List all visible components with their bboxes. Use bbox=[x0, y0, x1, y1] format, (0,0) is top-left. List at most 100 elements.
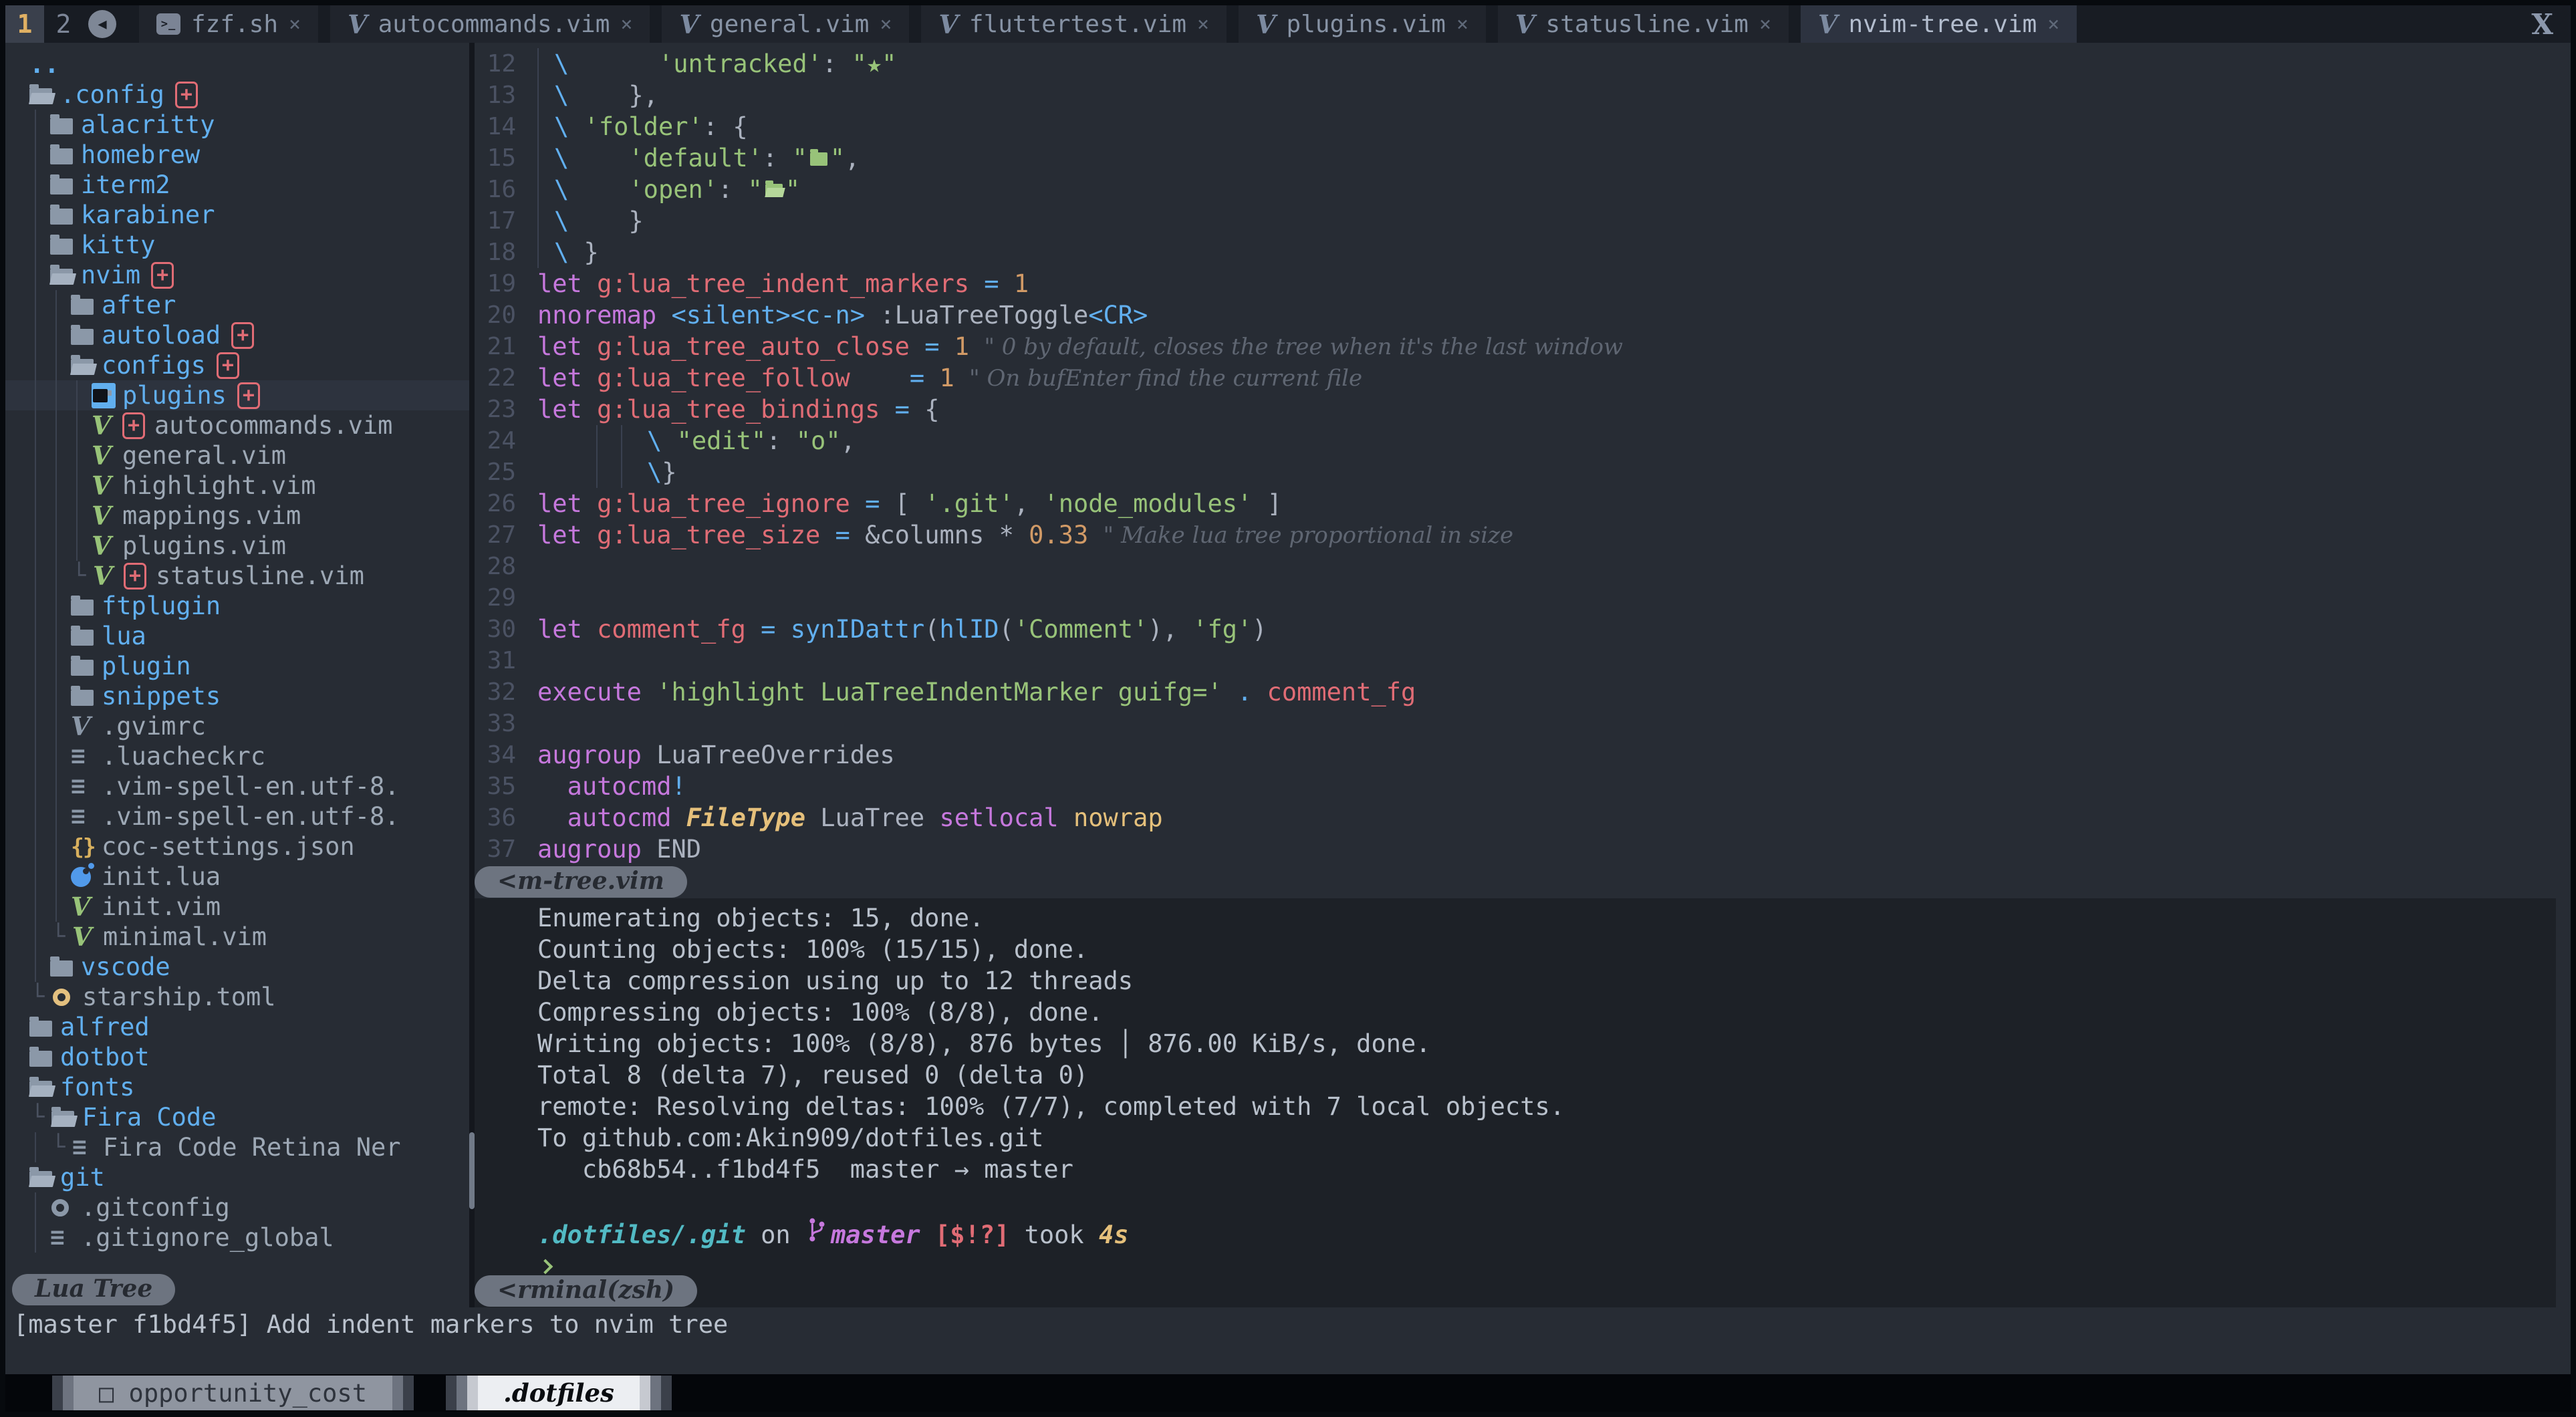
tree-item-highlight.vim[interactable]: Vhighlight.vim bbox=[5, 471, 469, 501]
tree-item-kitty[interactable]: kitty bbox=[5, 230, 469, 260]
indent-guide bbox=[35, 681, 57, 711]
file-tree-pane[interactable]: ...config+alacrittyhomebrewiterm2karabin… bbox=[5, 43, 469, 1307]
tree-item-Fira Code[interactable]: └Fira Code bbox=[5, 1102, 469, 1132]
tree-item-configs[interactable]: configs+ bbox=[5, 350, 469, 380]
tree-item-starship.toml[interactable]: └starship.toml bbox=[5, 982, 469, 1012]
tree-item-plugins[interactable]: plugins+ bbox=[5, 380, 469, 410]
tree-item-alfred[interactable]: alfred bbox=[5, 1012, 469, 1042]
tab-statusline.vim[interactable]: Vstatusline.vim× bbox=[1498, 5, 1789, 43]
tree-item-statusline.vim[interactable]: └V+statusline.vim bbox=[5, 561, 469, 591]
tree-item-label: iterm2 bbox=[81, 170, 170, 199]
tree-item-after[interactable]: after bbox=[5, 290, 469, 320]
code-token: g:lua_tree_indent_markers bbox=[597, 269, 969, 298]
tree-item-git[interactable]: git bbox=[5, 1162, 469, 1192]
tree-item-label: homebrew bbox=[81, 140, 200, 169]
tab-close-icon[interactable]: × bbox=[1759, 13, 1771, 36]
tree-item-mappings.vim[interactable]: Vmappings.vim bbox=[5, 501, 469, 531]
code-token: &columns * bbox=[850, 521, 1029, 549]
tree-item-.gitignore_global[interactable]: ≡.gitignore_global bbox=[5, 1222, 469, 1253]
line-number: 33 bbox=[475, 710, 529, 737]
tree-item-minimal.vim[interactable]: └Vminimal.vim bbox=[5, 922, 469, 952]
code-token: : bbox=[766, 426, 796, 455]
tree-item-general.vim[interactable]: Vgeneral.vim bbox=[5, 440, 469, 471]
folder-glyph bbox=[810, 152, 827, 166]
command-line-area bbox=[5, 1341, 2571, 1374]
tab-general.vim[interactable]: Vgeneral.vim× bbox=[662, 5, 909, 43]
code-line: 31 bbox=[475, 645, 2571, 676]
tree-item-.gitconfig[interactable]: .gitconfig bbox=[5, 1192, 469, 1222]
tree-item-coc-settings.json[interactable]: {}coc-settings.json bbox=[5, 831, 469, 862]
pane-separator[interactable] bbox=[469, 43, 475, 1307]
tree-item-alacritty[interactable]: alacritty bbox=[5, 110, 469, 140]
tab-plugins.vim[interactable]: Vplugins.vim× bbox=[1239, 5, 1486, 43]
tree-item-label: minimal.vim bbox=[103, 922, 267, 951]
tab-close-icon[interactable]: × bbox=[289, 13, 301, 36]
segment-fade bbox=[403, 1376, 414, 1410]
tree-item-label: dotbot bbox=[60, 1043, 150, 1071]
tree-item-..[interactable]: .. bbox=[5, 49, 469, 80]
tree-item-plugin[interactable]: plugin bbox=[5, 651, 469, 681]
code-token: nnoremap bbox=[537, 301, 656, 330]
tab-nvim-tree.vim[interactable]: Vnvim-tree.vim× bbox=[1801, 5, 2077, 43]
tree-item-plugins.vim[interactable]: Vplugins.vim bbox=[5, 531, 469, 561]
tab-fluttertest.vim[interactable]: Vfluttertest.vim× bbox=[921, 5, 1227, 43]
code-line: 23let g:lua_tree_bindings = { bbox=[475, 394, 2571, 425]
tab-fzf.sh[interactable]: >_fzf.sh× bbox=[139, 5, 318, 43]
tree-item-fonts[interactable]: fonts bbox=[5, 1072, 469, 1102]
tmux-session-active[interactable]: .dotfiles bbox=[446, 1376, 672, 1410]
tree-item-homebrew[interactable]: homebrew bbox=[5, 140, 469, 170]
tab-close-icon[interactable]: × bbox=[1197, 13, 1209, 36]
tree-item-karabiner[interactable]: karabiner bbox=[5, 200, 469, 230]
tree-icon-cell bbox=[92, 383, 122, 408]
tree-item-init.lua[interactable]: init.lua bbox=[5, 862, 469, 892]
back-circle-button[interactable]: ◀ bbox=[83, 5, 122, 43]
tab-close-icon[interactable]: × bbox=[1456, 13, 1468, 36]
tree-item-lua[interactable]: lua bbox=[5, 621, 469, 651]
tab-close-icon[interactable]: × bbox=[620, 13, 632, 36]
tree-item-autoload[interactable]: autoload+ bbox=[5, 320, 469, 350]
tab-close-icon[interactable]: × bbox=[880, 13, 892, 36]
segment-fade bbox=[52, 1376, 63, 1410]
code-token: let bbox=[537, 269, 582, 298]
code-editor[interactable]: 12\ 'untracked': "★"13\ },14\ 'folder': … bbox=[475, 43, 2571, 865]
tree-item-autocommands.vim[interactable]: V+autocommands.vim bbox=[5, 410, 469, 440]
folder-icon bbox=[50, 960, 73, 977]
tree-item-.vim-spell-en.utf-8.[interactable]: ≡.vim-spell-en.utf-8. bbox=[5, 771, 469, 801]
tree-item-.vim-spell-en.utf-8.[interactable]: ≡.vim-spell-en.utf-8. bbox=[5, 801, 469, 831]
code-token: 'folder' bbox=[584, 112, 703, 141]
code-token: let bbox=[537, 489, 582, 518]
terminal-line: Counting objects: 100% (15/15), done. bbox=[537, 934, 2556, 965]
code-content: let g:lua_tree_auto_close = 1 " 0 by def… bbox=[537, 332, 1623, 361]
tree-item-vscode[interactable]: vscode bbox=[5, 952, 469, 982]
tree-item-dotbot[interactable]: dotbot bbox=[5, 1042, 469, 1072]
tab-close-icon[interactable]: × bbox=[2047, 13, 2059, 36]
tree-item-nvim[interactable]: nvim+ bbox=[5, 260, 469, 290]
code-token bbox=[820, 521, 835, 549]
gear-icon bbox=[51, 1199, 69, 1216]
code-line: 35 autocmd! bbox=[475, 771, 2571, 802]
tree-item-.config[interactable]: .config+ bbox=[5, 80, 469, 110]
tree-item-ftplugin[interactable]: ftplugin bbox=[5, 591, 469, 621]
tab-page-1[interactable]: 1 bbox=[5, 5, 44, 43]
tree-item-Fira Code Retina Ner[interactable]: └≡Fira Code Retina Ner bbox=[5, 1132, 469, 1162]
tree-icon-cell bbox=[50, 115, 81, 134]
tree-item-.luacheckrc[interactable]: ≡.luacheckrc bbox=[5, 741, 469, 771]
vim-file-icon: V bbox=[71, 714, 90, 739]
code-token: : bbox=[822, 49, 852, 78]
tmux-session-inactive[interactable]: □ opportunity_cost bbox=[52, 1376, 414, 1410]
tree-item-init.vim[interactable]: Vinit.vim bbox=[5, 892, 469, 922]
terminal-line: Writing objects: 100% (8/8), 876 bytes │… bbox=[537, 1028, 2556, 1059]
code-token bbox=[1059, 803, 1073, 832]
code-token: } bbox=[662, 458, 676, 487]
tree-item-label: starship.toml bbox=[82, 983, 276, 1011]
line-number: 28 bbox=[475, 553, 529, 580]
tree-item-.gvimrc[interactable]: V.gvimrc bbox=[5, 711, 469, 741]
tab-page-2[interactable]: 2 bbox=[44, 5, 83, 43]
code-token: let bbox=[537, 364, 582, 392]
tree-scrollbar-thumb[interactable] bbox=[469, 1132, 475, 1209]
tab-autocommands.vim[interactable]: Vautocommands.vim× bbox=[330, 5, 650, 43]
terminal-pane[interactable]: Enumerating objects: 15, done.Counting o… bbox=[475, 898, 2556, 1274]
close-all-icon[interactable]: X bbox=[2531, 5, 2553, 43]
tree-item-snippets[interactable]: snippets bbox=[5, 681, 469, 711]
tree-item-iterm2[interactable]: iterm2 bbox=[5, 170, 469, 200]
